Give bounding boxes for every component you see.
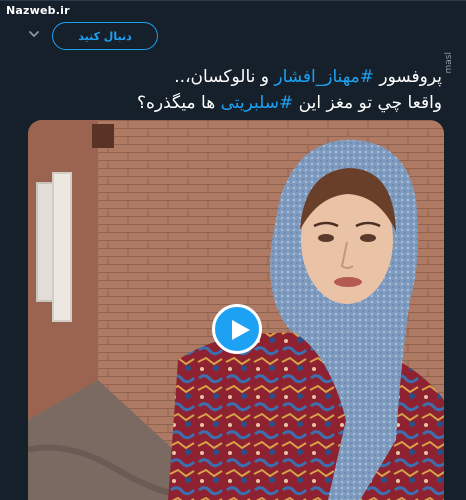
tweet-line-2: واقعا چي تو مغز اين #سلبريتی ها ميگذره؟: [22, 90, 442, 116]
side-label: masl: [444, 52, 454, 74]
follow-button[interactable]: دنبال کنید: [52, 22, 158, 50]
tweet-text-segment: و نالوکسان،..: [174, 67, 275, 87]
site-watermark: Nazweb.ir: [6, 4, 70, 17]
play-button[interactable]: [212, 304, 262, 354]
tweet-text-segment: ها ميگذره؟: [136, 93, 221, 113]
tweet-text-segment: واقعا چي تو مغز اين: [293, 93, 442, 113]
tweet-text: پروفسور #مهناز_افشار و نالوکسان،.. واقعا…: [22, 64, 442, 116]
top-divider: [0, 0, 466, 1]
tweet-line-1: پروفسور #مهناز_افشار و نالوکسان،..: [22, 64, 442, 90]
tweet-text-segment: پروفسور: [373, 67, 442, 87]
hashtag-link[interactable]: #مهناز_افشار: [274, 67, 374, 87]
chevron-down-icon[interactable]: [27, 27, 41, 41]
hashtag-link[interactable]: #سلبريتی: [221, 93, 294, 113]
play-icon: [232, 320, 250, 340]
